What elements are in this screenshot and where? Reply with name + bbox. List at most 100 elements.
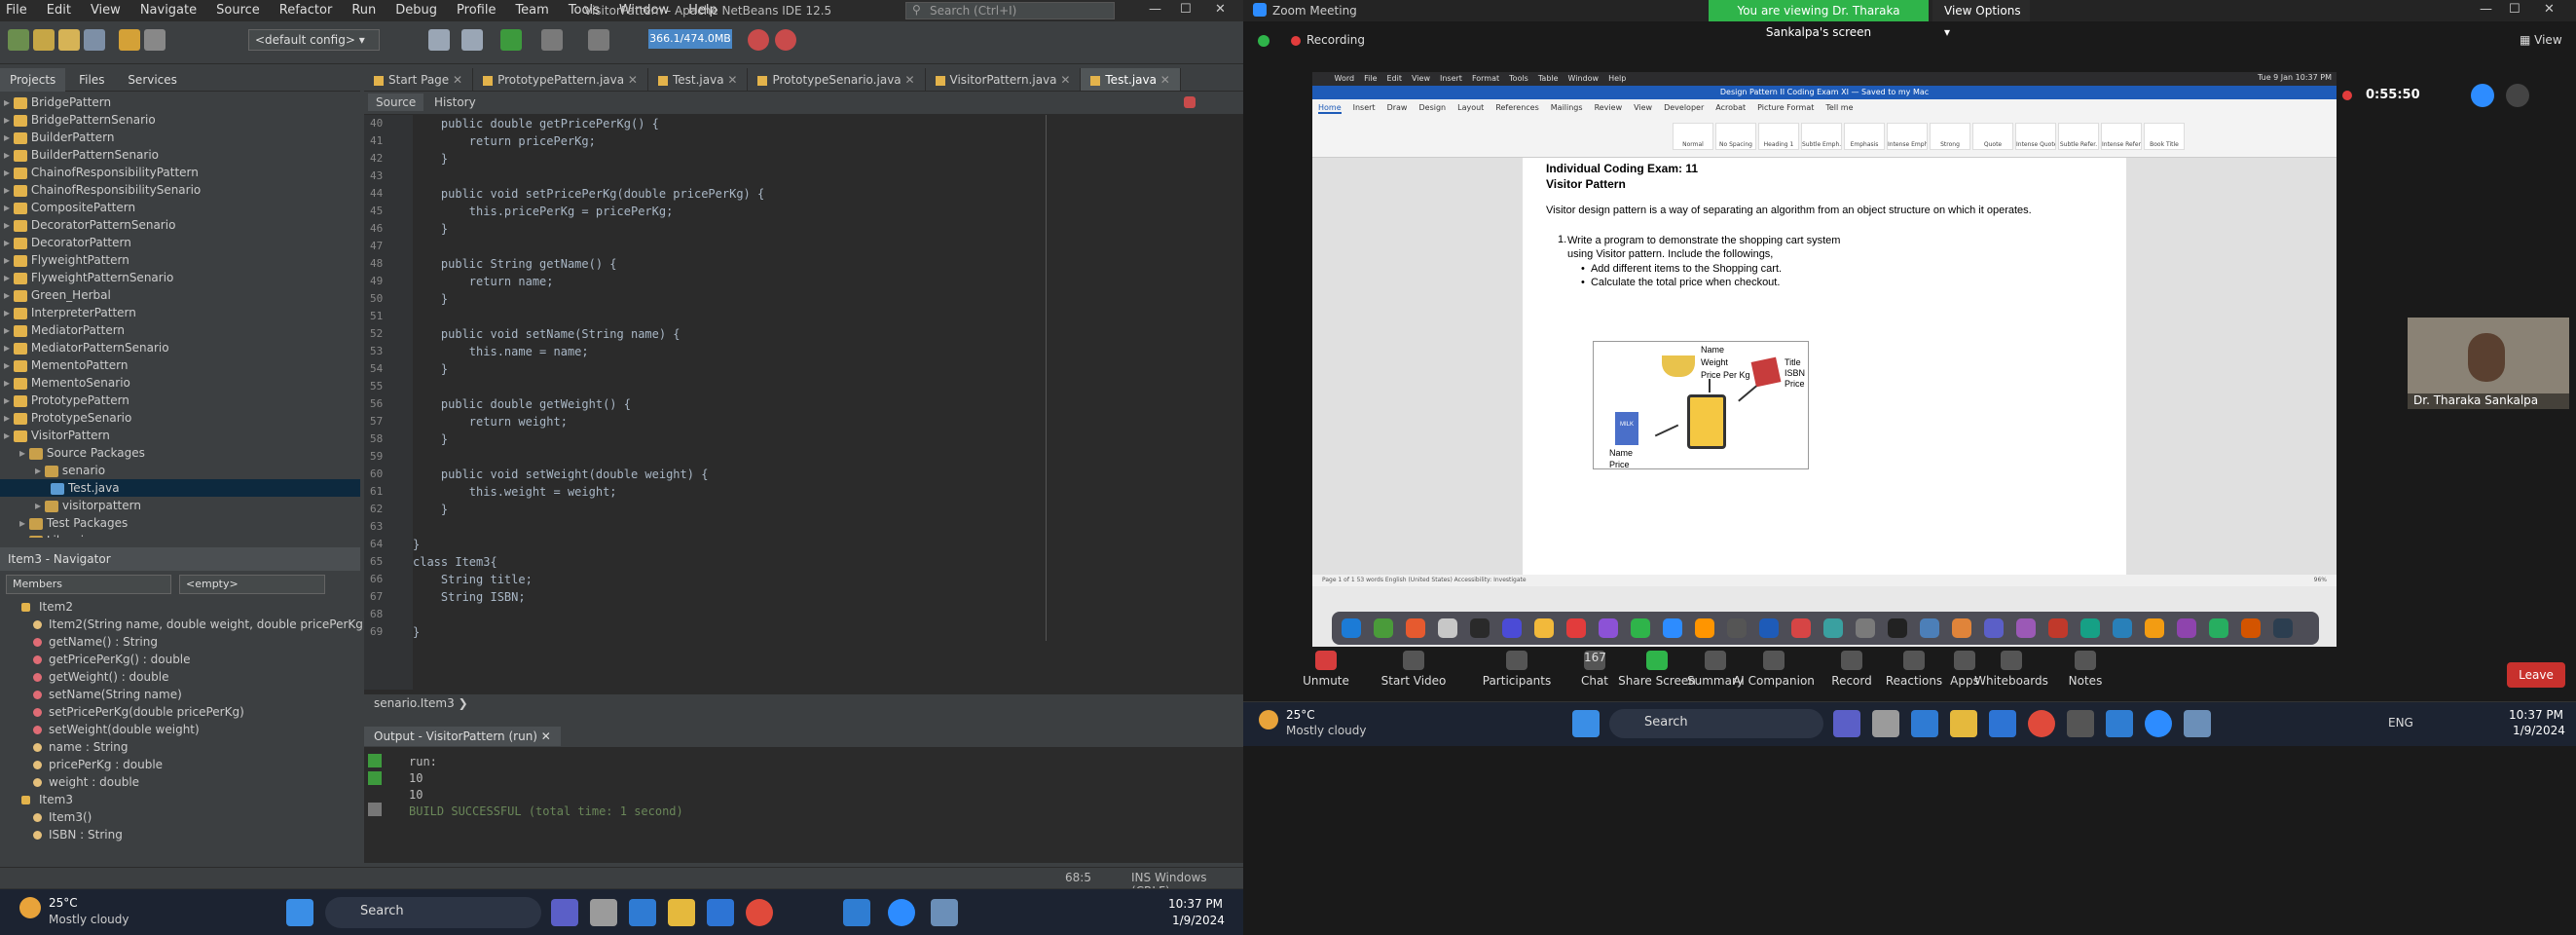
leave-button[interactable]: Leave xyxy=(2507,662,2565,688)
style-swatch[interactable]: Heading 1 xyxy=(1758,123,1799,150)
history-tab[interactable]: History xyxy=(426,94,484,111)
dock-app-icon[interactable] xyxy=(1759,618,1779,638)
ide-search-input[interactable]: ⚲ Search (Ctrl+I) xyxy=(905,2,1115,19)
tree-item[interactable]: Test.java xyxy=(0,479,360,497)
tab-close-icon[interactable]: ✕ xyxy=(902,73,914,87)
dock-app-icon[interactable] xyxy=(2113,618,2132,638)
code-line[interactable]: this.weight = weight; xyxy=(413,483,1231,501)
doc-zoom[interactable]: 96% xyxy=(2314,575,2327,586)
shield-icon[interactable] xyxy=(1258,35,1270,47)
code-line[interactable]: public void setPricePerKg(double pricePe… xyxy=(413,185,1231,203)
menu-view[interactable]: View xyxy=(91,0,121,18)
tab-close-icon[interactable]: ✕ xyxy=(624,73,638,87)
code-line[interactable] xyxy=(413,606,1231,623)
menu-run[interactable]: Run xyxy=(351,0,376,18)
expand-arrow-icon[interactable]: ▸ xyxy=(4,341,14,355)
source-tab[interactable]: Source xyxy=(368,94,424,111)
expand-arrow-icon[interactable]: ▸ xyxy=(4,271,14,284)
weather-icon[interactable] xyxy=(19,897,41,918)
navigator-member[interactable]: Item3() xyxy=(0,808,360,826)
style-swatch[interactable]: No Spacing xyxy=(1715,123,1756,150)
style-swatch[interactable]: Normal xyxy=(1673,123,1713,150)
tree-item[interactable]: ▸ Source Packages xyxy=(0,444,360,462)
file-explorer-icon-right[interactable] xyxy=(1872,710,1899,737)
windows-start-icon[interactable] xyxy=(286,899,313,926)
dock-app-icon[interactable] xyxy=(1631,618,1650,638)
expand-arrow-icon[interactable]: ▸ xyxy=(4,376,14,390)
code-line[interactable] xyxy=(413,238,1231,255)
editor-tab[interactable]: Test.java ✕ xyxy=(648,68,749,91)
navigator-member[interactable]: getPricePerKg() : double xyxy=(0,651,360,668)
tree-item[interactable]: ▸ Libraries xyxy=(0,532,360,538)
code-line[interactable]: this.name = name; xyxy=(413,343,1231,360)
code-line[interactable]: this.pricePerKg = pricePerKg; xyxy=(413,203,1231,220)
style-swatch[interactable]: Quote xyxy=(1972,123,2013,150)
tree-item[interactable]: ▸ PrototypePattern xyxy=(0,392,360,409)
code-line[interactable]: public double getWeight() { xyxy=(413,395,1231,413)
dock-app-icon[interactable] xyxy=(1791,618,1811,638)
tab-services[interactable]: Services xyxy=(118,68,187,92)
style-swatch[interactable]: Intense Refer. xyxy=(2101,123,2142,150)
expand-arrow-icon[interactable]: ▸ xyxy=(4,323,14,337)
edge-icon-right[interactable] xyxy=(1911,710,1938,737)
menu-edit[interactable]: Edit xyxy=(47,0,71,18)
dock-app-icon[interactable] xyxy=(2080,618,2100,638)
style-swatch[interactable]: Subtle Emph. xyxy=(1801,123,1842,150)
menu-source[interactable]: Source xyxy=(216,0,260,18)
dock-app-icon[interactable] xyxy=(1920,618,1939,638)
dock-app-icon[interactable] xyxy=(1534,618,1554,638)
editor-tab[interactable]: PrototypePattern.java ✕ xyxy=(473,68,648,91)
run-icon[interactable] xyxy=(500,29,522,51)
tree-item[interactable]: ▸ BridgePattern xyxy=(0,94,360,111)
dock-app-icon[interactable] xyxy=(1856,618,1875,638)
editor-tab[interactable]: Start Page ✕ xyxy=(364,68,474,91)
file-explorer-icon[interactable] xyxy=(590,899,617,926)
weather-icon-right[interactable] xyxy=(1259,710,1278,729)
zoom-icon-right[interactable] xyxy=(2145,710,2172,737)
expand-arrow-icon[interactable]: ▸ xyxy=(4,148,14,162)
dock-app-icon[interactable] xyxy=(1888,618,1907,638)
editor-tab[interactable]: PrototypeSenario.java ✕ xyxy=(748,68,926,91)
style-swatch[interactable]: Intense Quote xyxy=(2015,123,2056,150)
zoom-control-participants[interactable]: Participants xyxy=(1473,651,1561,688)
redo-icon[interactable] xyxy=(144,29,166,51)
dock-app-icon[interactable] xyxy=(1406,618,1425,638)
profile-icon[interactable] xyxy=(588,29,609,51)
tree-item[interactable]: ▸ BuilderPattern xyxy=(0,129,360,146)
minimize-icon[interactable]: — xyxy=(1149,2,1161,17)
rerun-with-options-icon[interactable] xyxy=(368,771,382,785)
style-swatch[interactable]: Subtle Refer. xyxy=(2058,123,2099,150)
expand-arrow-icon[interactable]: ▸ xyxy=(4,236,14,249)
mac-menu-help[interactable]: Help xyxy=(1608,74,1626,83)
code-line[interactable] xyxy=(413,448,1231,466)
tree-item[interactable]: ▸ FlyweightPatternSenario xyxy=(0,269,360,286)
code-line[interactable]: } xyxy=(413,150,1231,168)
expand-arrow-icon[interactable]: ▸ xyxy=(4,218,14,232)
tree-item[interactable]: ▸ DecoratorPatternSenario xyxy=(0,216,360,234)
code-line[interactable]: String title; xyxy=(413,571,1231,588)
close-icon[interactable]: ✕ xyxy=(1215,2,1226,17)
tree-item[interactable]: ▸ CompositePattern xyxy=(0,199,360,216)
style-swatch[interactable]: Emphasis xyxy=(1844,123,1885,150)
zoom-maximize-icon[interactable]: ☐ xyxy=(2509,2,2521,17)
menu-file[interactable]: File xyxy=(6,0,27,18)
mac-menu-window[interactable]: Window xyxy=(1568,74,1600,83)
tree-item[interactable]: ▸ Test Packages xyxy=(0,514,360,532)
tree-item[interactable]: ▸ DecoratorPattern xyxy=(0,234,360,251)
expand-arrow-icon[interactable]: ▸ xyxy=(4,288,14,302)
code-line[interactable]: String ISBN; xyxy=(413,588,1231,606)
tree-item[interactable]: ▸ MediatorPattern xyxy=(0,321,360,339)
tab-close-icon[interactable]: ✕ xyxy=(1057,73,1070,87)
taskbar-search[interactable]: Search xyxy=(325,897,541,928)
tree-item[interactable]: ▸ MementoPattern xyxy=(0,356,360,374)
ribbon-tab[interactable]: Home xyxy=(1318,103,1342,114)
navigator-member[interactable]: getName() : String xyxy=(0,633,360,651)
editor-tab[interactable]: VisitorPattern.java ✕ xyxy=(926,68,1082,91)
navigator-member[interactable]: setName(String name) xyxy=(0,686,360,703)
expand-arrow-icon[interactable]: ▸ xyxy=(19,516,29,530)
tree-item[interactable]: ▸ FlyweightPattern xyxy=(0,251,360,269)
zoom-close-icon[interactable]: ✕ xyxy=(2544,2,2555,17)
navigator-member[interactable]: weight : double xyxy=(0,773,360,791)
dock-app-icon[interactable] xyxy=(1438,618,1457,638)
mac-menu-word[interactable]: Word xyxy=(1335,74,1355,83)
